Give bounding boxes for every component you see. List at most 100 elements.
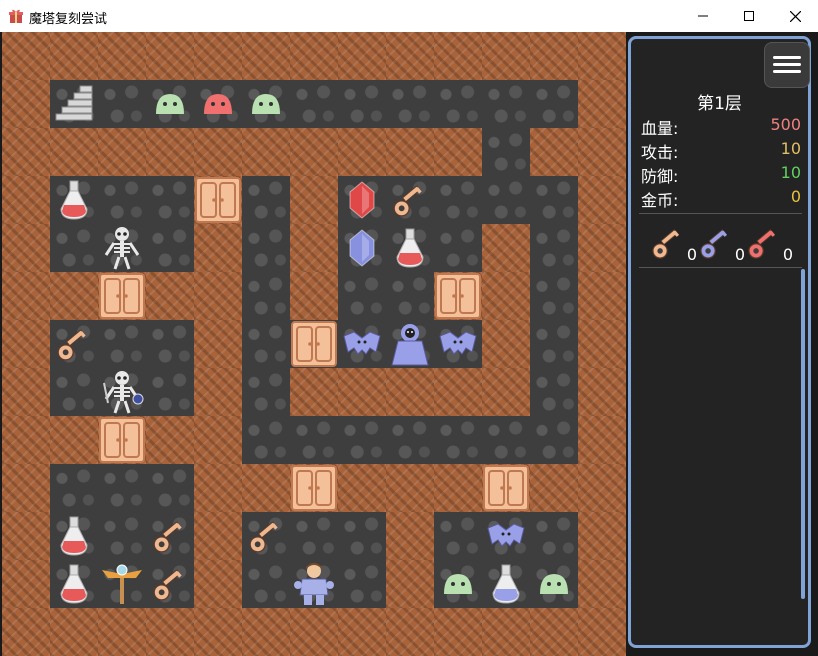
wall-tile xyxy=(338,32,386,80)
yellow-door[interactable] xyxy=(98,416,146,464)
wall-tile xyxy=(386,464,434,512)
wall-tile xyxy=(2,416,50,464)
bat-icon xyxy=(482,512,530,560)
hp-stat: 血量: 500 xyxy=(641,115,801,138)
floor-tile xyxy=(50,464,98,512)
wall-tile xyxy=(578,608,626,656)
floor-tile xyxy=(242,368,290,416)
wall-tile xyxy=(50,416,98,464)
floor-tile xyxy=(98,512,146,560)
upstairs-icon[interactable] xyxy=(50,80,98,128)
wall-tile xyxy=(50,32,98,80)
wall-tile xyxy=(530,128,578,176)
floor-tile xyxy=(434,512,482,560)
floor-tile xyxy=(242,176,290,224)
wall-tile xyxy=(290,176,338,224)
priest-icon xyxy=(386,320,434,368)
red-potion-icon xyxy=(50,560,98,608)
wall-tile xyxy=(242,464,290,512)
red-potion-icon xyxy=(50,512,98,560)
wall-tile xyxy=(578,320,626,368)
maximize-button[interactable] xyxy=(726,0,772,32)
floor-tile xyxy=(530,80,578,128)
wall-tile xyxy=(482,272,530,320)
status-panel: 第1层 血量: 500 攻击: 10 防御: 10 金币: 0 0 0 0 xyxy=(628,36,811,648)
bat-icon xyxy=(434,320,482,368)
winged-staff-icon xyxy=(98,560,146,608)
wall-tile xyxy=(530,464,578,512)
floor-tile xyxy=(530,224,578,272)
wall-tile xyxy=(2,560,50,608)
floor-tile xyxy=(338,416,386,464)
window-title: 魔塔复刻尝试 xyxy=(29,12,108,27)
wall-tile xyxy=(578,416,626,464)
wall-tile xyxy=(98,128,146,176)
floor-tile xyxy=(146,224,194,272)
attack-stat: 攻击: 10 xyxy=(641,139,801,162)
yellow-door[interactable] xyxy=(482,464,530,512)
red-potion-icon xyxy=(50,176,98,224)
wall-tile xyxy=(242,128,290,176)
minimize-icon xyxy=(698,15,708,17)
floor-tile xyxy=(50,368,98,416)
wall-tile xyxy=(2,272,50,320)
wall-tile xyxy=(290,272,338,320)
wall-tile xyxy=(482,224,530,272)
green-slime-icon xyxy=(434,560,482,608)
wall-tile xyxy=(578,176,626,224)
wall-tile xyxy=(482,320,530,368)
red-slime-icon xyxy=(194,80,242,128)
yellow-key-icon xyxy=(386,176,434,224)
yellow-key-slot: 0 xyxy=(649,224,697,264)
maximize-icon xyxy=(744,11,754,21)
floor-tile xyxy=(530,512,578,560)
floor-tile xyxy=(50,224,98,272)
yellow-door[interactable] xyxy=(290,464,338,512)
floor-tile xyxy=(434,416,482,464)
wall-tile xyxy=(98,32,146,80)
wall-tile xyxy=(434,128,482,176)
map-board[interactable] xyxy=(2,32,626,656)
gift-icon xyxy=(8,8,24,24)
floor-tile xyxy=(530,320,578,368)
yellow-door[interactable] xyxy=(434,272,482,320)
floor-tile xyxy=(530,176,578,224)
wall-tile xyxy=(194,560,242,608)
floor-tile xyxy=(530,368,578,416)
floor-tile xyxy=(338,80,386,128)
wall-tile xyxy=(530,32,578,80)
wall-tile xyxy=(386,32,434,80)
gold-value: 0 xyxy=(790,187,801,206)
floor-tile xyxy=(98,320,146,368)
menu-button[interactable] xyxy=(764,42,810,88)
wall-tile xyxy=(2,224,50,272)
yellow-door[interactable] xyxy=(98,272,146,320)
yellow-door[interactable] xyxy=(194,176,242,224)
wall-tile xyxy=(2,608,50,656)
blue-gem-icon xyxy=(338,224,386,272)
wall-tile xyxy=(338,608,386,656)
floor-tile xyxy=(530,272,578,320)
floor-tile xyxy=(386,272,434,320)
yellow-door[interactable] xyxy=(290,320,338,368)
wall-tile xyxy=(386,512,434,560)
defense-stat: 防御: 10 xyxy=(641,163,801,186)
floor-tile xyxy=(146,464,194,512)
wall-tile xyxy=(98,608,146,656)
floor-tile xyxy=(242,560,290,608)
wall-tile xyxy=(194,320,242,368)
minimize-button[interactable] xyxy=(680,0,726,32)
wall-tile xyxy=(482,32,530,80)
wall-tile xyxy=(482,368,530,416)
wall-tile xyxy=(386,608,434,656)
scrollbar[interactable] xyxy=(801,269,805,599)
wall-tile xyxy=(386,368,434,416)
close-button[interactable] xyxy=(772,0,818,32)
wall-tile xyxy=(578,224,626,272)
wall-tile xyxy=(290,224,338,272)
wall-tile xyxy=(194,416,242,464)
wall-tile xyxy=(434,464,482,512)
close-icon xyxy=(789,10,801,22)
divider xyxy=(639,267,802,268)
wall-tile xyxy=(2,176,50,224)
